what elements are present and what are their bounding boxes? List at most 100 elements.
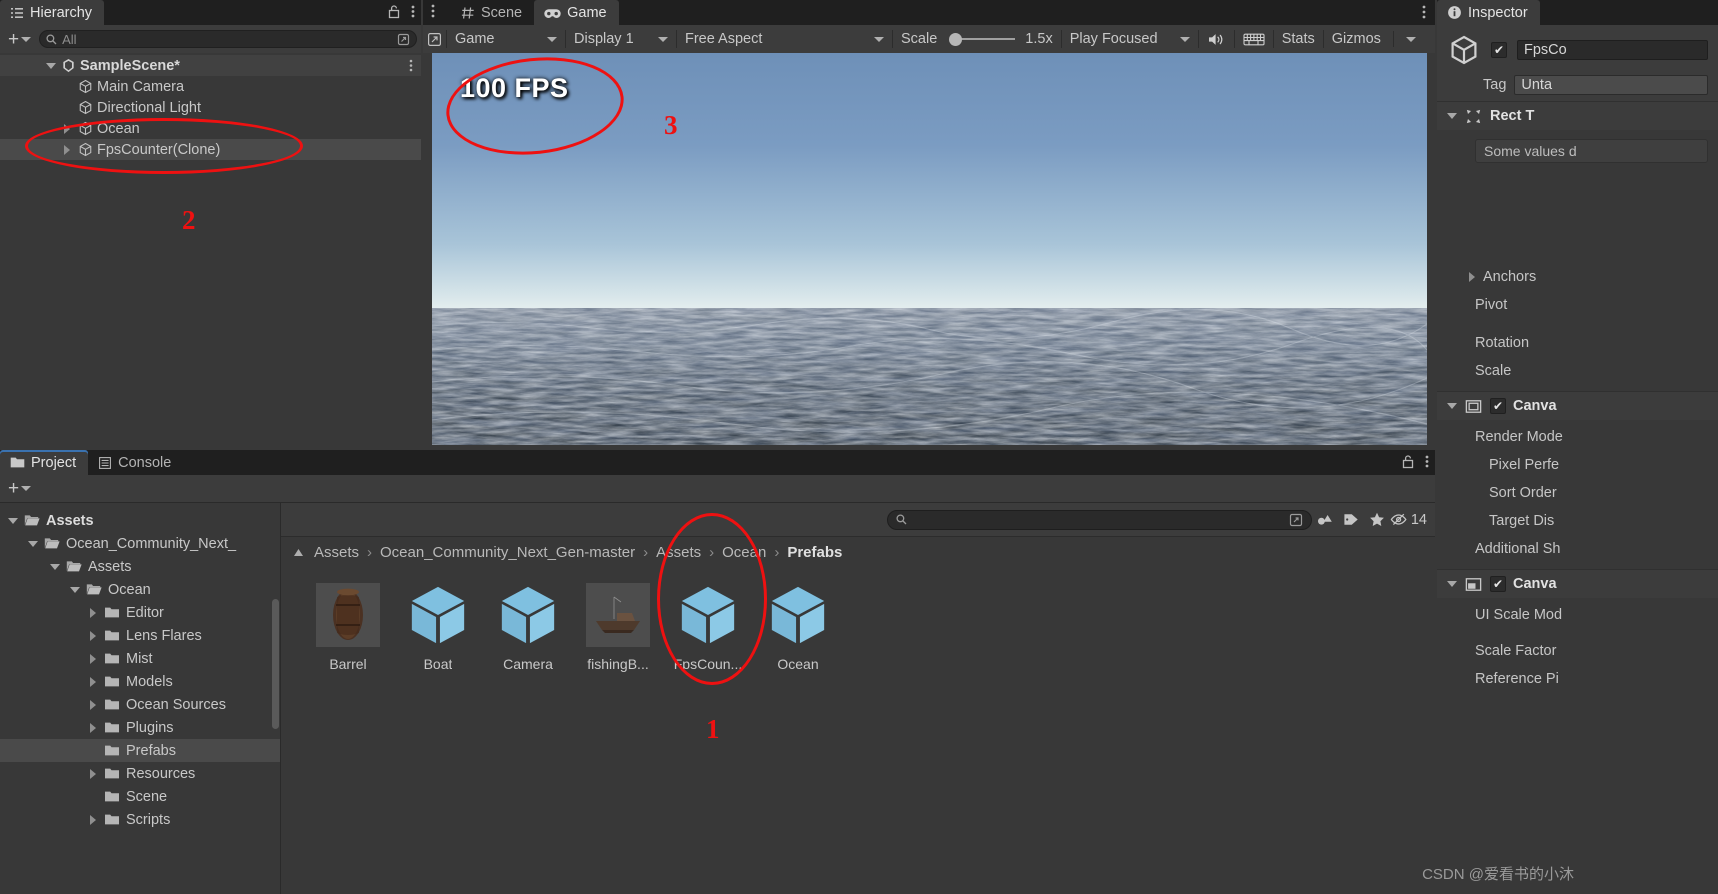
- display-dropdown[interactable]: Display 1: [566, 28, 676, 50]
- chevron-down-icon[interactable]: [70, 587, 80, 593]
- filter-by-label-button[interactable]: [1338, 509, 1364, 531]
- property-scale[interactable]: Scale: [1437, 357, 1718, 385]
- maximize-on-play-button[interactable]: [423, 28, 446, 50]
- property-rotation[interactable]: Rotation: [1437, 329, 1718, 357]
- open-search-window-icon[interactable]: [1289, 513, 1303, 527]
- tab-game[interactable]: Game: [534, 0, 619, 25]
- component-enabled-checkbox[interactable]: [1490, 398, 1506, 414]
- chevron-right-icon[interactable]: [90, 815, 96, 825]
- mute-audio-button[interactable]: [1199, 28, 1234, 50]
- component-header[interactable]: Rect T: [1437, 102, 1718, 130]
- object-name-field[interactable]: FpsCo: [1517, 40, 1708, 60]
- project-tree-row-ocean[interactable]: Ocean: [0, 578, 280, 601]
- favorites-button[interactable]: [1364, 509, 1390, 531]
- tab-project[interactable]: Project: [0, 450, 88, 475]
- project-add-button[interactable]: +: [4, 479, 35, 499]
- lock-icon[interactable]: [387, 4, 401, 19]
- chevron-right-icon[interactable]: [90, 631, 96, 641]
- chevron-down-icon[interactable]: [1447, 581, 1457, 587]
- aspect-ratio-dropdown[interactable]: Free Aspect: [677, 28, 892, 50]
- breadcrumb-item[interactable]: Ocean: [722, 544, 766, 561]
- kebab-menu-icon[interactable]: [1422, 4, 1426, 20]
- game-view-mode-dropdown[interactable]: Game: [447, 28, 565, 50]
- hierarchy-row-ocean[interactable]: Ocean: [0, 118, 421, 139]
- component-header[interactable]: Canva: [1437, 392, 1718, 420]
- breadcrumb-item[interactable]: Ocean_Community_Next_Gen-master: [380, 544, 635, 561]
- asset-item-ocean[interactable]: Ocean: [753, 581, 843, 672]
- property-ui-scale-mode[interactable]: UI Scale Mod: [1437, 601, 1718, 629]
- gizmos-dropdown[interactable]: Gizmos: [1324, 28, 1424, 50]
- project-tree-row-assets[interactable]: Assets: [0, 509, 280, 532]
- project-tree-row-plugins[interactable]: Plugins: [0, 716, 280, 739]
- project-tree-row-ocean-community[interactable]: Ocean_Community_Next_: [0, 532, 280, 555]
- property-pivot[interactable]: Pivot: [1437, 291, 1718, 319]
- chevron-right-icon[interactable]: [90, 769, 96, 779]
- asset-item-camera[interactable]: Camera: [483, 581, 573, 672]
- vsync-overlay-button[interactable]: [1235, 28, 1273, 50]
- project-tree-row-lens-flares[interactable]: Lens Flares: [0, 624, 280, 647]
- search-filter-icon[interactable]: [397, 33, 410, 46]
- chevron-down-icon[interactable]: [50, 564, 60, 570]
- game-view-render[interactable]: 100 FPS: [432, 53, 1427, 445]
- project-tree-row-scene[interactable]: Scene: [0, 785, 280, 808]
- object-enabled-checkbox[interactable]: [1491, 42, 1507, 58]
- kebab-menu-icon[interactable]: [409, 58, 413, 73]
- scale-slider-knob[interactable]: [949, 33, 962, 46]
- tab-console[interactable]: Console: [88, 450, 183, 475]
- chevron-right-icon[interactable]: [90, 723, 96, 733]
- component-header[interactable]: Canva: [1437, 570, 1718, 598]
- project-tree-row-assets-inner[interactable]: Assets: [0, 555, 280, 578]
- property-sort-order[interactable]: Sort Order: [1437, 479, 1718, 507]
- hierarchy-row-samplescene[interactable]: SampleScene*: [0, 55, 421, 76]
- project-search-input[interactable]: [887, 510, 1312, 530]
- kebab-menu-icon[interactable]: [411, 4, 415, 19]
- property-additional-shader[interactable]: Additional Sh: [1437, 535, 1718, 563]
- asset-item-fpscounter[interactable]: FpsCoun...: [663, 581, 753, 672]
- kebab-menu-icon[interactable]: [431, 3, 435, 19]
- kebab-menu-icon[interactable]: [1425, 454, 1429, 469]
- property-render-mode[interactable]: Render Mode: [1437, 423, 1718, 451]
- hierarchy-row-fpscounter-clone[interactable]: FpsCounter(Clone): [0, 139, 421, 160]
- lock-icon[interactable]: [1401, 454, 1415, 469]
- hierarchy-row-main-camera[interactable]: Main Camera: [0, 76, 421, 97]
- project-tree-row-models[interactable]: Models: [0, 670, 280, 693]
- scroll-up-icon[interactable]: [293, 548, 304, 557]
- chevron-right-icon[interactable]: [90, 654, 96, 664]
- hidden-packages-count[interactable]: 14: [1390, 509, 1427, 531]
- tab-hierarchy[interactable]: Hierarchy: [0, 0, 104, 25]
- project-tree-row-mist[interactable]: Mist: [0, 647, 280, 670]
- project-tree-row-editor[interactable]: Editor: [0, 601, 280, 624]
- property-pixel-perfect[interactable]: Pixel Perfe: [1437, 451, 1718, 479]
- tag-dropdown[interactable]: Unta: [1514, 75, 1708, 95]
- chevron-down-icon[interactable]: [8, 518, 18, 524]
- asset-item-barrel[interactable]: Barrel: [303, 581, 393, 672]
- property-anchors[interactable]: Anchors: [1437, 263, 1718, 291]
- chevron-right-icon[interactable]: [90, 677, 96, 687]
- property-target-display[interactable]: Target Dis: [1437, 507, 1718, 535]
- breadcrumb-item[interactable]: Assets: [656, 544, 701, 561]
- property-reference-pixels[interactable]: Reference Pi: [1437, 665, 1718, 693]
- breadcrumb-item[interactable]: Assets: [314, 544, 359, 561]
- property-scale-factor[interactable]: Scale Factor: [1437, 637, 1718, 665]
- project-tree-row-prefabs[interactable]: Prefabs: [0, 739, 280, 762]
- hierarchy-search-input[interactable]: All: [39, 30, 417, 48]
- asset-item-fishingboat[interactable]: fishingB...: [573, 581, 663, 672]
- scale-slider[interactable]: [947, 32, 1015, 46]
- project-tree-row-ocean-sources[interactable]: Ocean Sources: [0, 693, 280, 716]
- chevron-down-icon[interactable]: [1447, 113, 1457, 119]
- stats-button[interactable]: Stats: [1274, 28, 1323, 50]
- tab-scene[interactable]: Scene: [451, 0, 534, 25]
- chevron-down-icon[interactable]: [46, 63, 56, 69]
- component-enabled-checkbox[interactable]: [1490, 576, 1506, 592]
- asset-item-boat[interactable]: Boat: [393, 581, 483, 672]
- hierarchy-row-directional-light[interactable]: Directional Light: [0, 97, 421, 118]
- project-tree-row-resources[interactable]: Resources: [0, 762, 280, 785]
- chevron-right-icon[interactable]: [90, 700, 96, 710]
- project-tree-row-scripts[interactable]: Scripts: [0, 808, 280, 831]
- hierarchy-add-button[interactable]: +: [4, 29, 35, 49]
- play-mode-dropdown[interactable]: Play Focused: [1062, 28, 1198, 50]
- tab-inspector[interactable]: Inspector: [1437, 0, 1540, 25]
- scale-slider-group[interactable]: Scale 1.5x: [893, 28, 1061, 50]
- project-tree-scrollbar[interactable]: [272, 599, 279, 729]
- chevron-down-icon[interactable]: [28, 541, 38, 547]
